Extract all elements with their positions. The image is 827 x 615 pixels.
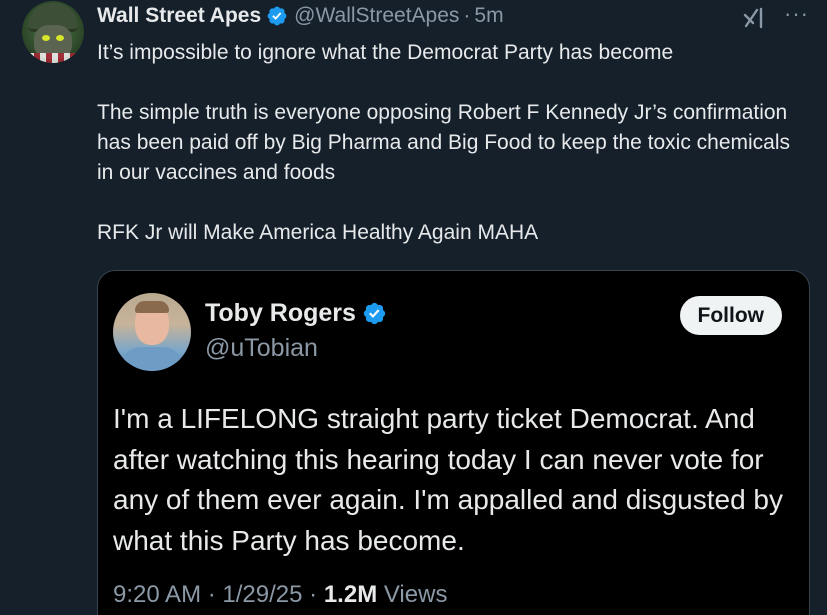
grok-icon[interactable] xyxy=(742,6,766,30)
more-icon[interactable]: ··· xyxy=(784,3,809,25)
views-count: 1.2M xyxy=(323,581,378,608)
tweet-paragraph: It’s impossible to ignore what the Democ… xyxy=(97,41,674,64)
author-avatar[interactable] xyxy=(22,1,84,63)
quoted-tweet-text: I'm a LIFELONG straight party ticket Dem… xyxy=(113,399,803,561)
views-label: Views xyxy=(383,581,448,608)
tweet-paragraph: RFK Jr will Make America Healthy Again M… xyxy=(97,221,539,244)
author-handle[interactable]: @WallStreetApes xyxy=(294,3,459,29)
avatar-eye-right xyxy=(56,35,64,41)
quoted-author-name[interactable]: Toby Rogers xyxy=(205,298,356,328)
avatar-flag xyxy=(22,53,84,63)
quoted-tweet[interactable]: Toby Rogers @uTobian Follow I'm a LIFELO… xyxy=(97,270,810,615)
avatar-hair xyxy=(135,301,169,313)
quoted-date[interactable]: 1/29/25 xyxy=(222,581,302,608)
tweet-text: It’s impossible to ignore what the Democ… xyxy=(97,38,807,248)
avatar-eye-left xyxy=(42,35,50,41)
tweet-paragraph: The simple truth is everyone opposing Ro… xyxy=(97,101,791,184)
tweet-header: Wall Street Apes @WallStreetApes · 5m xyxy=(97,3,504,29)
quoted-time[interactable]: 9:20 AM xyxy=(113,581,201,608)
verified-badge-icon[interactable] xyxy=(362,301,387,326)
author-display-name[interactable]: Wall Street Apes xyxy=(97,3,261,29)
tweet-actions-top: ··· xyxy=(742,3,809,30)
tweet: Wall Street Apes @WallStreetApes · 5m ··… xyxy=(0,0,827,615)
follow-button[interactable]: Follow xyxy=(679,296,782,335)
quoted-tweet-meta: 9:20 AM · 1/29/25 · 1.2M Views xyxy=(113,580,447,610)
quoted-name-row: Toby Rogers xyxy=(205,298,387,328)
verified-badge-icon[interactable] xyxy=(266,5,288,27)
post-time[interactable]: 5m xyxy=(474,3,503,29)
quoted-author-avatar[interactable] xyxy=(113,293,191,371)
avatar-shirt xyxy=(121,347,183,371)
meta-separator: · xyxy=(309,581,318,608)
quoted-paragraph: I'm a LIFELONG straight party ticket Dem… xyxy=(113,403,783,556)
header-separator: · xyxy=(463,4,471,27)
quoted-author-handle[interactable]: @uTobian xyxy=(205,333,318,363)
meta-separator: · xyxy=(207,581,216,608)
